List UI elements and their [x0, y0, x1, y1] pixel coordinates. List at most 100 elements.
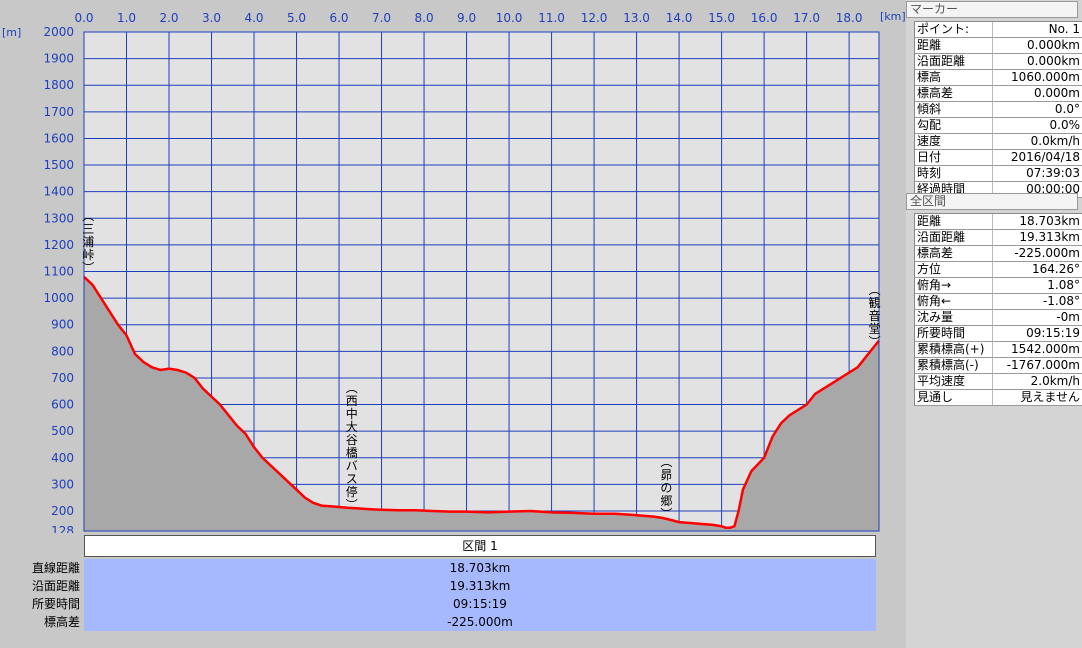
summary-label: 沿面距離 — [31, 579, 80, 593]
total-row: 標高差 -225.000m — [915, 246, 1082, 262]
total-value: 2.0km/h — [1030, 374, 1080, 388]
marker-label: 標高 — [915, 70, 993, 85]
y-axis-unit: [m] — [2, 26, 21, 39]
waypoint-label: ︵三浦峠︶ — [82, 209, 94, 275]
total-label: 沈み量 — [915, 310, 993, 325]
y-tick-label: 1000 — [43, 291, 74, 305]
marker-value: 0.0km/h — [1030, 134, 1080, 148]
summary-label: 直線距離 — [31, 561, 80, 575]
x-tick-label: 16.0 — [751, 11, 778, 25]
summary-row-surface-distance: 沿面距離 19.313km — [0, 577, 906, 595]
x-tick-label: 14.0 — [666, 11, 693, 25]
marker-row: 標高 1060.000m — [915, 70, 1082, 86]
summary-row-elevation-diff: 標高差 -225.000m — [0, 613, 906, 631]
total-label: 所要時間 — [915, 326, 993, 341]
x-tick-label: 10.0 — [496, 11, 523, 25]
y-tick-label: 800 — [51, 344, 74, 358]
x-tick-label: 9.0 — [457, 11, 476, 25]
total-row: 俯角← -1.08° — [915, 294, 1082, 310]
x-tick-label: 12.0 — [581, 11, 608, 25]
total-label: 俯角→ — [915, 278, 993, 293]
marker-label: 沿面距離 — [915, 54, 993, 69]
waypoint-label: ︵昴の郷︶ — [660, 455, 672, 521]
marker-section-header[interactable]: マーカー — [906, 1, 1078, 18]
x-tick-label: 2.0 — [159, 11, 178, 25]
x-tick-label: 15.0 — [708, 11, 735, 25]
y-tick-label: 1600 — [43, 131, 74, 145]
marker-label: 時刻 — [915, 166, 993, 181]
total-row: 見通し 見えません — [915, 390, 1082, 406]
total-value: -1767.000m — [1006, 358, 1080, 372]
marker-label: 標高差 — [915, 86, 993, 101]
x-axis-ticks: 0.0 1.0 2.0 3.0 4.0 5.0 6.0 7.0 8.0 9.0 10.0 11.0 12… — [74, 11, 862, 25]
y-tick-label: 400 — [51, 451, 74, 465]
total-value: -1.08° — [1042, 294, 1080, 308]
summary-value: 19.313km — [84, 577, 876, 595]
marker-row: 距離 0.000km — [915, 38, 1082, 54]
total-label: 沿面距離 — [915, 230, 993, 245]
info-panel: マーカー ポイント: No. 1 距離 0.000km 沿面距離 0.000km 標高… — [906, 0, 1082, 648]
marker-row: 時刻 07:39:03 — [915, 166, 1082, 182]
total-label: 標高差 — [915, 246, 993, 261]
total-row: 沈み量 -0m — [915, 310, 1082, 326]
y-tick-label: 128 — [51, 524, 74, 533]
waypoint-label: ︵西中大谷橋バス停︶ — [346, 381, 358, 512]
total-row: 俯角→ 1.08° — [915, 278, 1082, 294]
marker-row: 標高差 0.000m — [915, 86, 1082, 102]
marker-label: 勾配 — [915, 118, 993, 133]
y-axis-ticks: 2000 1900 1800 1700 1600 1500 1400 1300 1200 1100… — [43, 25, 74, 533]
y-tick-label: 500 — [51, 424, 74, 438]
marker-row: 速度 0.0km/h — [915, 134, 1082, 150]
x-tick-label: 17.0 — [793, 11, 820, 25]
total-value: 19.313km — [1019, 230, 1080, 244]
summary-value: -225.000m — [84, 613, 876, 631]
x-tick-label: 4.0 — [244, 11, 263, 25]
y-tick-label: 1300 — [43, 211, 74, 225]
marker-value: 0.000km — [1027, 54, 1080, 68]
y-tick-label: 200 — [51, 504, 74, 518]
y-tick-label: 1400 — [43, 185, 74, 199]
marker-row: 沿面距離 0.000km — [915, 54, 1082, 70]
marker-value: 07:39:03 — [1026, 166, 1080, 180]
total-value: 09:15:19 — [1026, 326, 1080, 340]
y-tick-label: 2000 — [43, 25, 74, 39]
total-label: 平均速度 — [915, 374, 993, 389]
total-label: 距離 — [915, 214, 993, 229]
total-value: -0m — [1056, 310, 1080, 324]
x-tick-label: 8.0 — [415, 11, 434, 25]
x-axis-unit: [km] — [880, 10, 906, 23]
total-label: 見通し — [915, 390, 993, 405]
y-tick-label: 300 — [51, 477, 74, 491]
elevation-profile-chart[interactable]: 0.0 1.0 2.0 3.0 4.0 5.0 6.0 7.0 8.0 9.0 10.0 11.0 12… — [0, 0, 906, 533]
marker-value: No. 1 — [1048, 22, 1080, 36]
total-row: 平均速度 2.0km/h — [915, 374, 1082, 390]
marker-label: 傾斜 — [915, 102, 993, 117]
marker-value: 0.0% — [1049, 118, 1081, 132]
total-label: 累積標高(-) — [915, 358, 993, 373]
marker-value: 0.000km — [1027, 38, 1080, 52]
profile-chart-area[interactable]: 0.0 1.0 2.0 3.0 4.0 5.0 6.0 7.0 8.0 9.0 10.0 11.0 12… — [0, 0, 906, 648]
marker-label: 速度 — [915, 134, 993, 149]
y-tick-label: 1700 — [43, 105, 74, 119]
y-tick-label: 1900 — [43, 52, 74, 66]
total-row: 距離 18.703km — [915, 214, 1082, 230]
summary-row-straight-distance: 直線距離 18.703km — [0, 559, 906, 577]
marker-row: 日付 2016/04/18 — [915, 150, 1082, 166]
marker-row: ポイント: No. 1 — [915, 22, 1082, 38]
total-value: 1542.000m — [1011, 342, 1080, 356]
total-row: 累積標高(-) -1767.000m — [915, 358, 1082, 374]
section-header: 区間 1 — [84, 535, 876, 557]
x-tick-label: 13.0 — [623, 11, 650, 25]
total-row: 所要時間 09:15:19 — [915, 326, 1082, 342]
summary-value: 18.703km — [84, 559, 876, 577]
marker-value: 0.0° — [1054, 102, 1080, 116]
y-tick-label: 700 — [51, 371, 74, 385]
x-tick-label: 6.0 — [329, 11, 348, 25]
summary-row-duration: 所要時間 09:15:19 — [0, 595, 906, 613]
y-tick-label: 1500 — [43, 158, 74, 172]
total-section-header[interactable]: 全区間 — [906, 193, 1078, 210]
total-value: 1.08° — [1047, 278, 1080, 292]
x-tick-label: 5.0 — [287, 11, 306, 25]
total-value: -225.000m — [1014, 246, 1080, 260]
marker-table: ポイント: No. 1 距離 0.000km 沿面距離 0.000km 標高 1060.… — [914, 21, 1082, 198]
